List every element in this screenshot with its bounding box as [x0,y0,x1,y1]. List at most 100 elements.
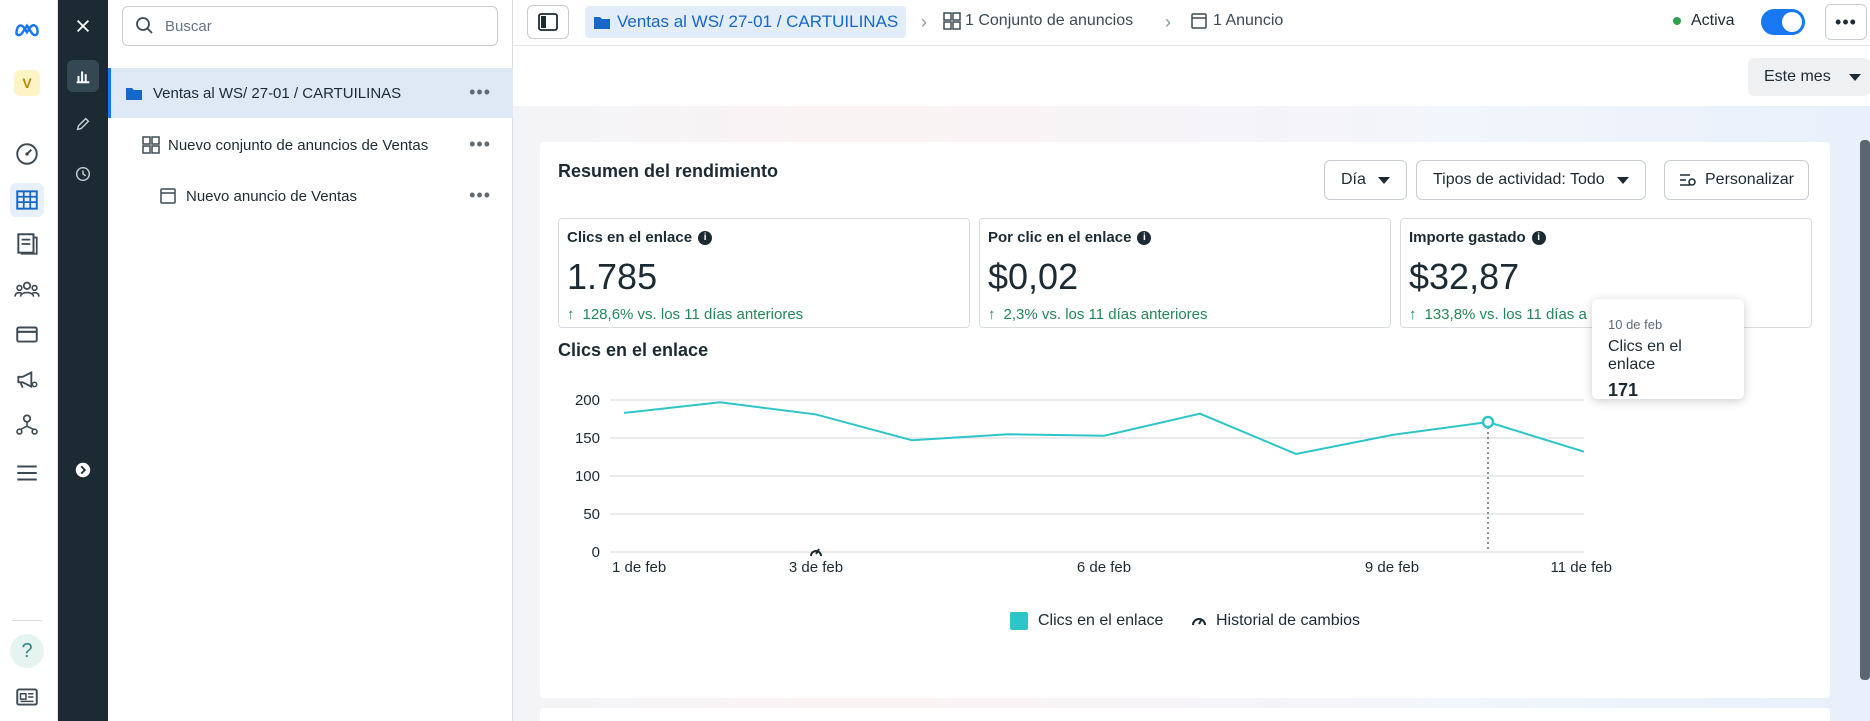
business-network-icon[interactable] [10,407,44,441]
granularity-dropdown[interactable]: Día [1324,160,1407,200]
customize-button[interactable]: Personalizar [1664,160,1809,200]
search-icon [136,17,153,34]
tree-item-ad[interactable]: Nuevo anuncio de Ventas ••• [108,171,513,221]
performance-chart-icon[interactable] [67,60,99,92]
breadcrumb-adset[interactable]: 1 Conjunto de anuncios [943,12,1133,30]
advertising-megaphone-icon[interactable] [10,362,44,396]
all-tools-menu-icon[interactable] [10,456,44,490]
sidebar-panel-icon [538,13,558,31]
x-tick-label: 11 de feb [1551,559,1612,576]
news-feed-icon[interactable] [10,680,44,714]
change-history-marker-needle [815,548,820,555]
info-icon[interactable]: i [1137,230,1152,245]
card-title: Resumen del rendimiento [558,161,779,181]
campaign-tree-panel: Ventas al WS/ 27-01 / CARTUILINAS ••• Nu… [108,0,513,721]
metric-label: Por clic en el enlace [988,229,1132,246]
metric-value: 1.785 [567,256,658,297]
date-range-label: Este mes [1764,68,1831,85]
metric-change: 128,6% vs. los 11 días anteriores [582,306,804,323]
legend-item-link-clicks[interactable]: Clics en el enlace [1010,612,1163,630]
main-scrollbar[interactable] [1860,140,1870,680]
arrow-up-icon: ↑ [567,306,575,323]
editor-toolbar [58,0,108,721]
metric-card-link-clicks[interactable]: Clics en el enlace i 1.785 ↑ 128,6% vs. lo… [558,218,970,328]
chart-title: Clics en el enlace [558,340,709,360]
arrow-up-icon: ↑ [988,306,996,323]
more-options-icon[interactable]: ••• [469,134,491,155]
breadcrumb-campaign[interactable]: Ventas al WS/ 27-01 / CARTUILINAS [585,6,907,38]
caret-down-icon [1616,176,1629,184]
breadcrumb-ad[interactable]: 1 Anuncio [1191,12,1283,30]
metric-change: 133,8% vs. los 11 días a [1424,306,1587,323]
chart-tooltip: 10 de feb Clics en el enlace 171 [1592,299,1744,400]
caret-down-icon [1848,73,1861,81]
performance-summary-card: Resumen del rendimiento Día Tipos de act… [540,142,1830,698]
metric-card-cost-per-click[interactable]: Por clic en el enlace i $0,02 ↑ 2,3% vs. l… [979,218,1391,328]
legend-label: Historial de cambios [1216,612,1361,629]
customize-label: Personalizar [1705,171,1794,188]
metric-value: $0,02 [988,256,1079,297]
dashboard-gauge-icon[interactable] [10,137,44,171]
search-box [122,6,498,46]
breadcrumb-ad-label: 1 Anuncio [1213,12,1284,29]
tree-item-adset[interactable]: Nuevo conjunto de anuncios de Ventas ••• [108,120,513,170]
activity-type-dropdown[interactable]: Tipos de actividad: Todo [1416,160,1646,200]
active-toggle[interactable] [1761,9,1805,35]
tooltip-value: 171 [1608,380,1639,400]
caret-down-icon [1377,176,1390,184]
activity-type-label: Tipos de actividad: Todo [1433,171,1605,188]
meta-logo-icon[interactable] [10,12,44,46]
metric-value: $32,87 [1409,256,1520,297]
status-dot [1673,17,1681,25]
legend-swatch [1010,612,1028,630]
metric-change: 2,3% vs. los 11 días anteriores [1003,306,1208,323]
hover-point [1481,415,1495,429]
change-history-icon [1192,618,1206,626]
info-icon[interactable]: i [1531,230,1546,245]
y-tick-label: 100 [575,468,600,485]
metric-label: Importe gastado [1409,229,1526,246]
adset-grid-icon [142,136,160,154]
info-icon[interactable]: i [698,230,713,245]
chevron-right-icon: › [1165,12,1171,32]
ad-window-icon [1191,13,1207,29]
search-input[interactable] [165,17,485,35]
metric-label: Clics en el enlace [567,229,693,246]
rail-divider [12,620,42,621]
ads-manager-table-icon[interactable] [10,183,44,217]
status-label: Activa [1691,12,1735,29]
folder-icon [126,88,142,100]
date-range-select[interactable]: Este mes [1748,58,1870,96]
x-tick-label: 3 de feb [789,559,843,576]
legend-item-change-history[interactable]: Historial de cambios [1190,612,1360,630]
tooltip-date: 10 de feb [1608,317,1663,332]
arrow-up-icon: ↑ [1409,306,1417,323]
granularity-label: Día [1341,171,1366,188]
y-tick-label: 50 [583,506,600,523]
tree-item-label: Nuevo anuncio de Ventas [186,187,357,205]
delivery-status: Activa [1673,12,1735,30]
tooltip-label: Clics en el enlace [1608,338,1682,373]
pages-catalog-icon[interactable] [10,227,44,261]
ads-manager-app: V ? Buscar Ventas al WS/ 27-01 / CARTUIL… [0,0,1870,721]
history-clock-icon[interactable] [67,158,99,190]
y-tick-label: 0 [592,544,600,561]
more-options-icon[interactable]: ••• [469,185,491,206]
help-icon-glyph: ? [21,639,33,662]
more-options-button[interactable]: ••• [1825,4,1867,40]
help-icon[interactable]: ? [10,634,44,668]
x-tick-label: 9 de feb [1365,559,1419,576]
adset-grid-icon [943,12,961,30]
audiences-icon[interactable] [10,272,44,306]
edit-pencil-icon[interactable] [67,108,99,140]
toggle-panel-button[interactable] [527,5,569,39]
expand-chevron-icon[interactable] [67,454,99,486]
chevron-right-icon: › [921,12,927,32]
account-avatar[interactable]: V [14,70,40,96]
y-tick-label: 200 [575,392,600,409]
next-card-edge [540,708,1830,721]
close-icon[interactable] [67,10,99,42]
more-options-icon[interactable]: ••• [469,82,491,103]
billing-card-icon[interactable] [10,317,44,351]
tree-item-campaign[interactable]: Ventas al WS/ 27-01 / CARTUILINAS ••• [108,68,513,118]
